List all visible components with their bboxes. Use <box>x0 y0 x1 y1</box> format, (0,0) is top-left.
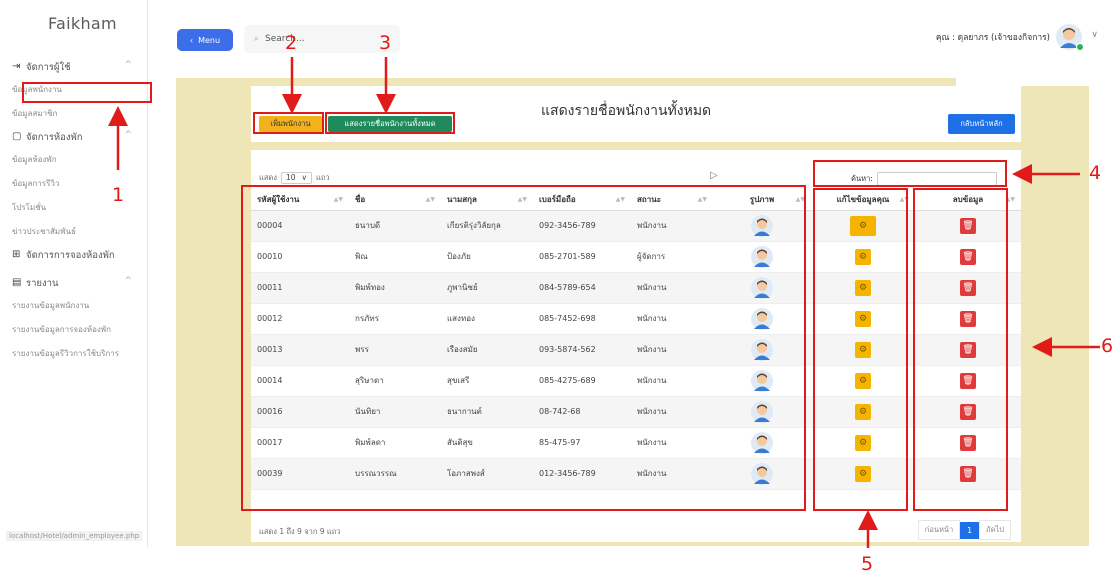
chevron-down-icon[interactable]: ∨ <box>1091 30 1098 40</box>
chevron-down-icon: ∨ <box>301 173 308 182</box>
annotation-number-6: 6 <box>1101 335 1112 357</box>
sidebar-item-rooms[interactable]: ข้อมูลห้องพัก <box>0 148 148 172</box>
search-input[interactable] <box>265 34 386 44</box>
annotation-box-2 <box>253 112 324 134</box>
status-url: localhost/Hotel/admin_employee.php <box>6 531 143 541</box>
annotation-number-4: 4 <box>1089 162 1102 184</box>
search-icon: ⌕ <box>254 34 260 44</box>
nav-group-users[interactable]: ⇥ จัดการผู้ใช้ ^ <box>0 56 148 78</box>
scroll-gutter <box>1089 66 1112 546</box>
length-prefix: แสดง <box>259 173 277 182</box>
login-icon: ⇥ <box>12 61 21 72</box>
sidebar-item-report-bookings[interactable]: รายงานข้อมูลการจองห้องพัก <box>0 318 148 342</box>
annotation-box-4 <box>813 160 1007 187</box>
annotation-number-5: 5 <box>861 553 874 575</box>
length-select[interactable]: 10 ∨ <box>280 172 312 184</box>
nav-group-label: จัดการผู้ใช้ <box>26 61 71 73</box>
chevron-up-icon: ^ <box>124 60 132 70</box>
annotation-box-1 <box>22 82 152 103</box>
menu-button[interactable]: ‹ Menu <box>177 29 233 51</box>
nav-group-label: จัดการห้องพัก <box>26 131 83 143</box>
pager-page-button[interactable]: 1 <box>960 521 980 539</box>
annotation-box-table <box>241 185 806 511</box>
annotation-number-1: 1 <box>112 184 125 206</box>
chevron-left-icon: ‹ <box>189 35 194 45</box>
sidebar-item-report-employees[interactable]: รายงานข้อมูลพนักงาน <box>0 294 148 318</box>
annotation-number-2: 2 <box>285 32 298 54</box>
chevron-up-icon: ^ <box>124 130 132 140</box>
sidebar-item-news[interactable]: ข่าวประชาสัมพันธ์ <box>0 220 148 244</box>
length-control: แสดง 10 ∨ แถว <box>259 172 330 184</box>
sidebar-item-reviews[interactable]: ข้อมูลการรีวิว <box>0 172 148 196</box>
length-suffix: แถว <box>316 173 330 182</box>
chevron-up-icon: ^ <box>124 276 132 286</box>
annotation-box-5 <box>813 188 908 511</box>
app-root: Faikham ⇥ จัดการผู้ใช้ ^ ข้อมูลพนักงาน ข… <box>0 0 1112 575</box>
door-icon: ▢ <box>12 131 22 142</box>
pager-next-button[interactable]: ถัดไป <box>979 520 1011 540</box>
nav-group-label: จัดการการจองห้องพัก <box>26 249 115 261</box>
sidebar-item-promotions[interactable]: โปรโมชั่น <box>0 196 148 220</box>
annotation-box-6 <box>913 188 1008 511</box>
annotation-number-3: 3 <box>379 32 392 54</box>
content-right-strip <box>956 66 1089 86</box>
brand-logo: Faikham <box>48 14 117 33</box>
online-status-dot <box>1076 43 1084 51</box>
annotation-box-3 <box>325 112 455 134</box>
nav-group-reports[interactable]: ▤ รายงาน ^ <box>0 272 148 294</box>
nav-group-bookings[interactable]: ⊞ จัดการการจองห้องพัก <box>0 244 148 266</box>
length-value: 10 <box>285 173 296 182</box>
nav-group-label: รายงาน <box>26 277 59 289</box>
table-info: แสดง 1 ถึง 9 จาก 9 แถว <box>259 527 341 536</box>
sidebar-item-members[interactable]: ข้อมูลสมาชิก <box>0 102 148 126</box>
grid-icon: ⊞ <box>12 249 21 260</box>
back-home-button[interactable]: กลับหน้าหลัก <box>948 114 1015 134</box>
pagination: ก่อนหน้า 1 ถัดไป <box>917 520 1011 540</box>
mouse-cursor-icon: ▷ <box>710 170 718 181</box>
nav-group-rooms[interactable]: ▢ จัดการห้องพัก ^ <box>0 126 148 148</box>
menu-label: Menu <box>198 35 221 45</box>
sidebar-item-report-reviews[interactable]: รายงานข้อมูลรีวิวการใช้บริการ <box>0 342 148 366</box>
pager-prev-button[interactable]: ก่อนหน้า <box>917 520 961 540</box>
page-title: แสดงรายชื่อพนักงานทั้งหมด <box>541 103 712 119</box>
search-box: ⌕ <box>244 25 400 53</box>
user-name: คุณ : ดุลยาภร (เจ้าของกิจการ) <box>935 33 1050 43</box>
table-icon: ▤ <box>12 277 22 288</box>
